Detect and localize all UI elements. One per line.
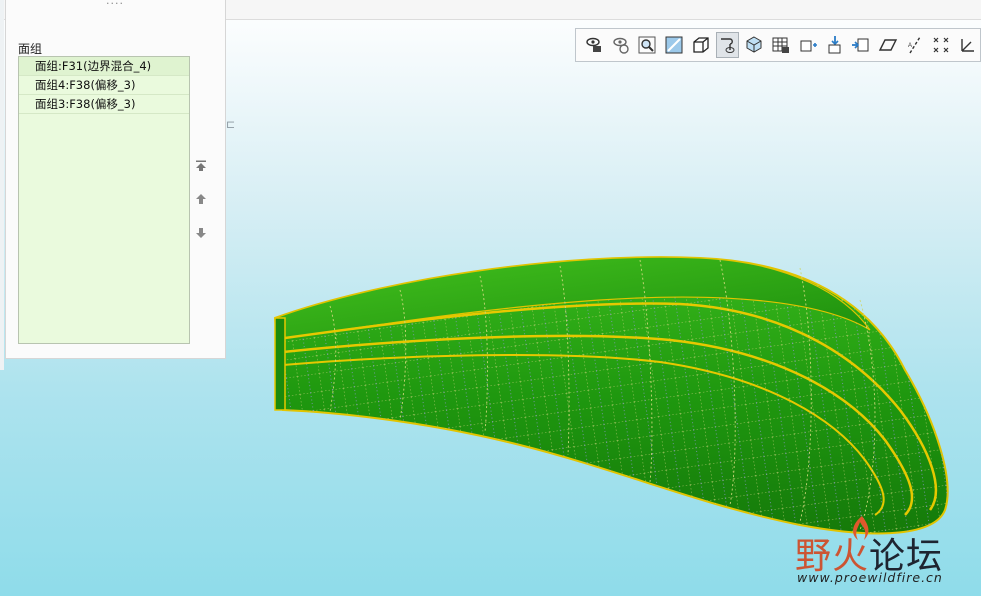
model-end-cap — [274, 317, 286, 411]
list-item[interactable]: 面组3:F38(偏移_3) — [19, 95, 189, 114]
display-style-icon[interactable] — [689, 32, 713, 58]
panel-title: 面组 — [18, 42, 43, 56]
quilt-panel: ···· 面组 面组:F31(边界混合_4) 面组4:F38(偏移_3) 面组3… — [5, 0, 226, 359]
list-item[interactable]: 面组:F31(边界混合_4) — [19, 57, 189, 76]
stray-mark: ⊏ — [226, 118, 236, 131]
list-item[interactable]: 面组4:F38(偏移_3) — [19, 76, 189, 95]
axis-display-icon[interactable]: A — [903, 32, 927, 58]
datum-display-icon[interactable] — [823, 32, 847, 58]
appearance-gallery-icon[interactable] — [769, 32, 793, 58]
spin-center-icon[interactable] — [715, 32, 740, 58]
annotation-display-icon[interactable] — [849, 32, 873, 58]
quilt-list[interactable]: 面组:F31(边界混合_4) 面组4:F38(偏移_3) 面组3:F38(偏移_… — [18, 56, 190, 344]
point-display-icon[interactable] — [930, 32, 954, 58]
move-down-icon[interactable] — [193, 227, 209, 243]
csys-display-icon[interactable] — [956, 32, 980, 58]
move-up-icon[interactable] — [193, 193, 209, 209]
graphics-toolbar: A — [575, 28, 981, 62]
layers-icon[interactable] — [796, 32, 820, 58]
panel-drag-handle[interactable]: ···· — [106, 0, 124, 10]
zoom-area-icon[interactable] — [662, 32, 686, 58]
named-views-icon[interactable] — [742, 32, 766, 58]
refit-icon[interactable] — [635, 32, 659, 58]
svg-text:A: A — [908, 43, 912, 49]
move-to-top-icon[interactable] — [193, 160, 209, 176]
plane-display-icon[interactable] — [876, 32, 900, 58]
saved-orientations-icon[interactable] — [609, 32, 633, 58]
view-manager-icon[interactable] — [582, 32, 606, 58]
watermark-url: www.proewildfire.cn — [797, 570, 943, 585]
